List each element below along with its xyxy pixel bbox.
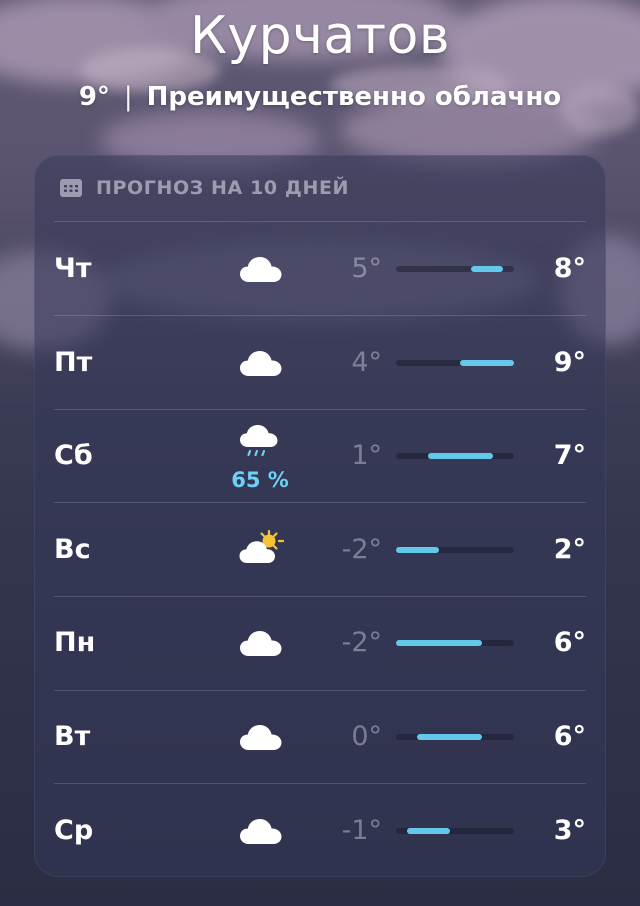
day-label: Вс [54,533,91,565]
cloud-icon [238,340,284,386]
high-temperature: 6° [553,627,586,659]
forecast-row[interactable]: Вт 0° 6° [34,690,606,783]
low-temperature: 4° [351,346,382,378]
low-temperature: 0° [351,721,382,752]
calendar-icon [60,179,82,197]
forecast-row[interactable]: Ср -1° 3° [34,784,606,877]
temperature-range-bar [396,640,482,647]
temperature-range-bar [428,453,493,460]
low-temperature: -1° [341,814,382,846]
forecast-row[interactable]: Пн -2° 6° [34,596,606,689]
temperature-range-bar [417,734,482,740]
high-temperature: 6° [553,721,586,752]
low-temperature: 5° [351,253,382,284]
high-temperature: 3° [553,814,586,846]
cloud-icon [238,714,284,760]
day-label: Вт [54,721,91,752]
low-temperature: -2° [341,533,382,565]
temperature-range-track [396,640,514,647]
temperature-range-bar [396,546,439,553]
temperature-range-bar [406,827,450,834]
current-temperature: 9° [78,82,110,112]
day-label: Сб [54,440,93,472]
temperature-range-track [396,453,514,460]
cloud-icon [238,808,284,854]
high-temperature: 8° [553,253,586,284]
forecast-row[interactable]: Сб 65 % 1° 7° [34,409,606,502]
high-temperature: 2° [553,533,586,565]
current-conditions: 9° | Преимущественно облачно [0,82,640,112]
current-condition-text: Преимущественно облачно [146,82,562,112]
day-label: Чт [54,253,92,284]
high-temperature: 7° [553,440,586,472]
forecast-row[interactable]: Чт 5° 8° [34,222,606,315]
forecast-row[interactable]: Вс -2° 2° [34,503,606,596]
temperature-range-track [396,546,514,553]
cloud-sun-icon [238,527,284,573]
temperature-range-track [396,359,514,366]
day-label: Пн [54,627,96,659]
temperature-range-bar [471,266,504,272]
cloud-drizzle-icon [238,421,284,467]
forecast-row[interactable]: Пт 4° 9° [34,316,606,409]
forecast-card-header: ПРОГНОЗ НА 10 ДНЕЙ [60,175,349,201]
low-temperature: 1° [351,440,382,472]
forecast-title: ПРОГНОЗ НА 10 ДНЕЙ [96,177,350,199]
temperature-range-track [396,827,514,834]
low-temperature: -2° [341,627,382,659]
day-label: Пт [54,346,93,378]
high-temperature: 9° [553,346,586,378]
day-label: Ср [54,814,94,846]
temperature-range-track [396,734,514,740]
separator: | [123,82,133,112]
cloud-icon [238,620,284,666]
precipitation-chance: 65 % [231,468,289,493]
city-name: Курчатов [189,6,451,66]
ten-day-forecast-card[interactable]: ПРОГНОЗ НА 10 ДНЕЙ Чт 5° 8° Пт 4° 9° Сб 65 % 1° 7… [34,155,606,877]
temperature-range-track [396,266,514,272]
cloud-icon [238,246,284,292]
temperature-range-bar [460,359,514,366]
